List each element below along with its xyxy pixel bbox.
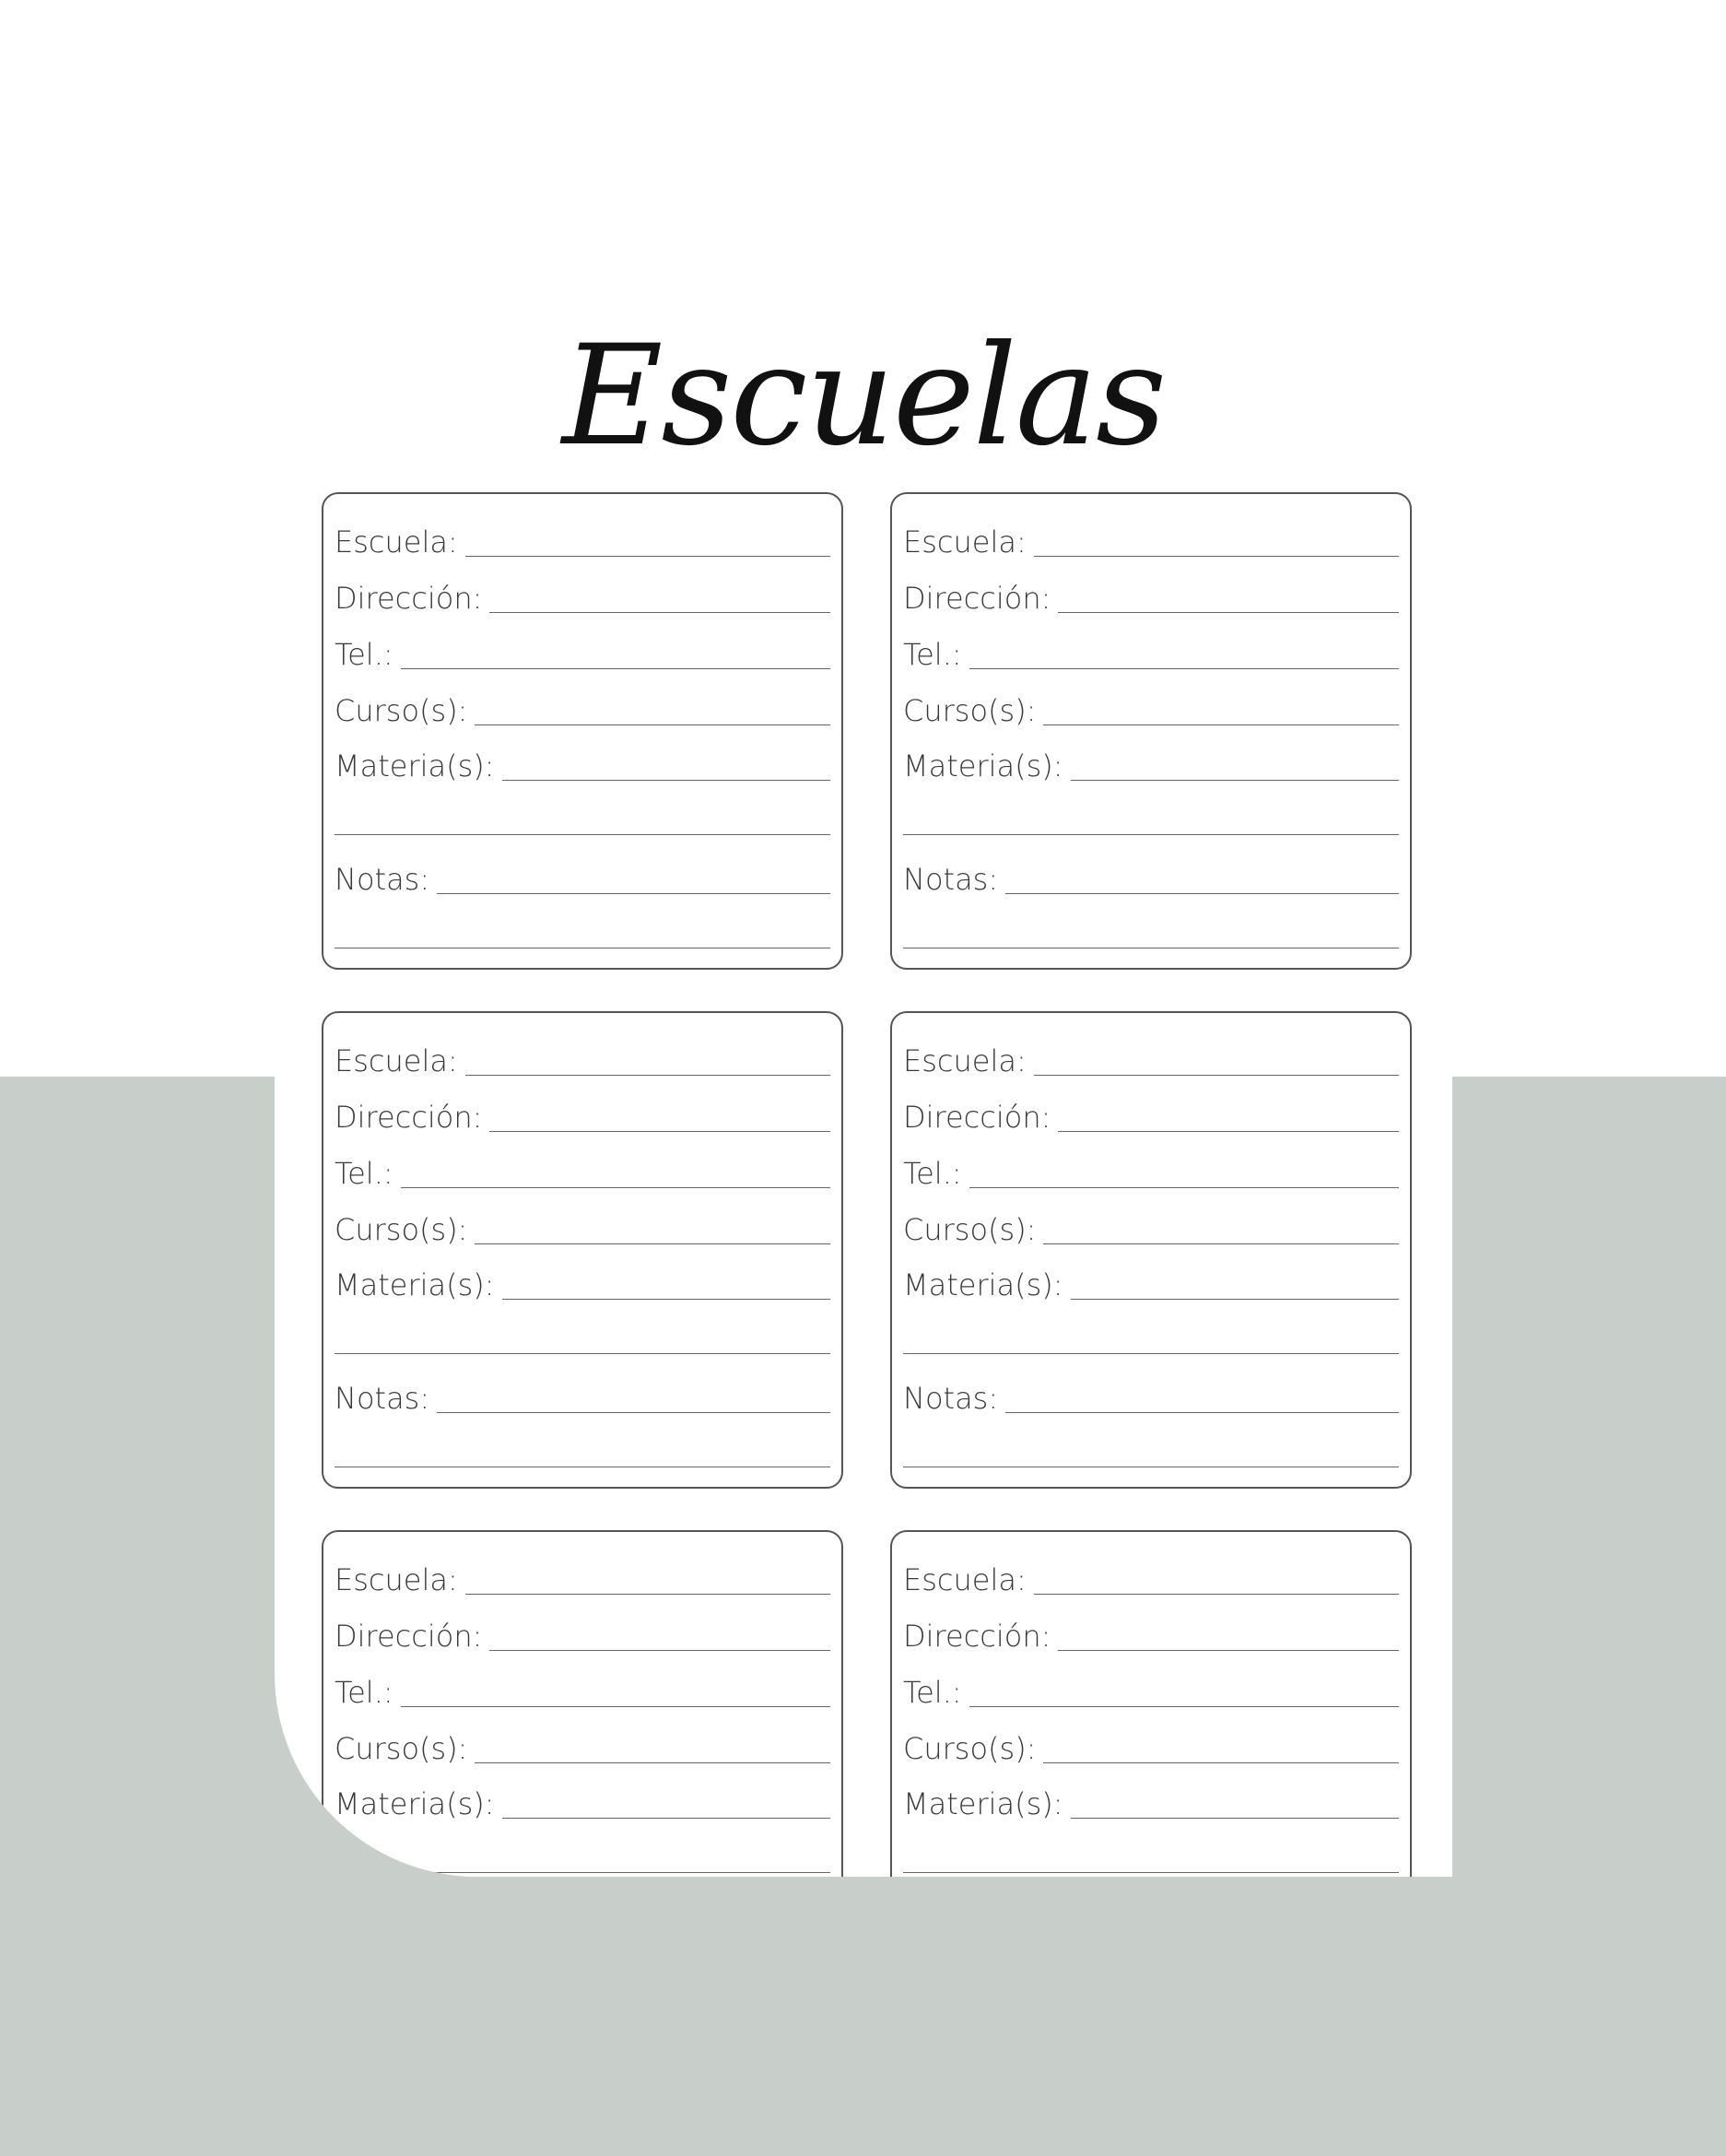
subjects-label: Materia(s): <box>903 1786 1063 1821</box>
phone-field[interactable] <box>969 1187 1399 1188</box>
subjects-extra-line[interactable] <box>335 834 830 835</box>
subjects-label: Materia(s): <box>903 1267 1063 1302</box>
school-label: Escuela: <box>335 1043 458 1078</box>
address-field[interactable] <box>489 1650 830 1651</box>
subjects-extra-line[interactable] <box>335 1353 830 1354</box>
courses-field[interactable] <box>475 1243 830 1244</box>
notes-label: Notas: <box>903 862 999 897</box>
notes-field[interactable] <box>1005 1412 1399 1413</box>
school-field[interactable] <box>1033 556 1399 557</box>
phone-field[interactable] <box>400 1187 830 1188</box>
phone-label: Tel.: <box>903 1675 962 1710</box>
courses-label: Curso(s): <box>335 1731 468 1766</box>
school-label: Escuela: <box>335 524 458 560</box>
subjects-field[interactable] <box>501 780 830 781</box>
school-card-4: Escuela: Dirección: Tel.: Curso(s): Mate… <box>890 1011 1412 1489</box>
school-card-3: Escuela: Dirección: Tel.: Curso(s): Mate… <box>322 1011 843 1489</box>
school-field[interactable] <box>464 1594 830 1595</box>
subjects-field[interactable] <box>1070 1299 1399 1300</box>
school-card-6: Escuela: Dirección: Tel.: Curso(s): Mate… <box>890 1530 1412 1877</box>
phone-label: Tel.: <box>335 637 393 672</box>
phone-label: Tel.: <box>335 1675 393 1710</box>
notes-label: Notas: <box>335 862 430 897</box>
subjects-field[interactable] <box>1070 1818 1399 1819</box>
address-field[interactable] <box>1058 1650 1399 1651</box>
address-label: Dirección: <box>903 1619 1051 1654</box>
subjects-field[interactable] <box>1070 780 1399 781</box>
school-card-2: Escuela: Dirección: Tel.: Curso(s): Mate… <box>890 492 1412 970</box>
subjects-label: Materia(s): <box>335 1786 495 1821</box>
notes-field[interactable] <box>437 1412 830 1413</box>
notes-label: Notas: <box>335 1381 430 1416</box>
subjects-extra-line[interactable] <box>903 1872 1399 1873</box>
courses-label: Curso(s): <box>903 1731 1037 1766</box>
subjects-extra-line[interactable] <box>903 834 1399 835</box>
courses-label: Curso(s): <box>335 693 468 728</box>
courses-field[interactable] <box>1043 1243 1399 1244</box>
school-label: Escuela: <box>903 524 1027 560</box>
address-label: Dirección: <box>903 581 1051 616</box>
address-label: Dirección: <box>335 581 483 616</box>
phone-field[interactable] <box>969 668 1399 669</box>
courses-label: Curso(s): <box>335 1212 468 1247</box>
phone-label: Tel.: <box>903 637 962 672</box>
subjects-label: Materia(s): <box>335 1267 495 1302</box>
school-field[interactable] <box>464 1075 830 1076</box>
address-field[interactable] <box>1058 1131 1399 1132</box>
subjects-label: Materia(s): <box>903 748 1063 783</box>
courses-field[interactable] <box>475 1762 830 1763</box>
subjects-label: Materia(s): <box>335 748 495 783</box>
phone-label: Tel.: <box>903 1156 962 1191</box>
address-label: Dirección: <box>335 1100 483 1135</box>
address-field[interactable] <box>489 612 830 613</box>
address-field[interactable] <box>489 1131 830 1132</box>
phone-field[interactable] <box>400 668 830 669</box>
school-field[interactable] <box>1033 1594 1399 1595</box>
phone-label: Tel.: <box>335 1156 393 1191</box>
subjects-field[interactable] <box>501 1818 830 1819</box>
subjects-field[interactable] <box>501 1299 830 1300</box>
subjects-extra-line[interactable] <box>903 1353 1399 1354</box>
phone-field[interactable] <box>969 1706 1399 1707</box>
courses-field[interactable] <box>1043 1762 1399 1763</box>
school-card-5: Escuela: Dirección: Tel.: Curso(s): Mate… <box>322 1530 843 1877</box>
page-title: Escuelas <box>561 316 1167 477</box>
notes-field[interactable] <box>437 893 830 894</box>
phone-field[interactable] <box>400 1706 830 1707</box>
school-label: Escuela: <box>335 1562 458 1597</box>
courses-label: Curso(s): <box>903 1212 1037 1247</box>
address-label: Dirección: <box>335 1619 483 1654</box>
school-field[interactable] <box>464 556 830 557</box>
address-field[interactable] <box>1058 612 1399 613</box>
notes-label: Notas: <box>903 1381 999 1416</box>
planner-page: Escuelas Escuela: Dirección: Tel.: Curso… <box>275 0 1452 1877</box>
subjects-extra-line[interactable] <box>335 1872 830 1873</box>
notes-field[interactable] <box>1005 893 1399 894</box>
school-label: Escuela: <box>903 1562 1027 1597</box>
address-label: Dirección: <box>903 1100 1051 1135</box>
school-field[interactable] <box>1033 1075 1399 1076</box>
courses-label: Curso(s): <box>903 693 1037 728</box>
school-card-1: Escuela: Dirección: Tel.: Curso(s): Mate… <box>322 492 843 970</box>
school-label: Escuela: <box>903 1043 1027 1078</box>
